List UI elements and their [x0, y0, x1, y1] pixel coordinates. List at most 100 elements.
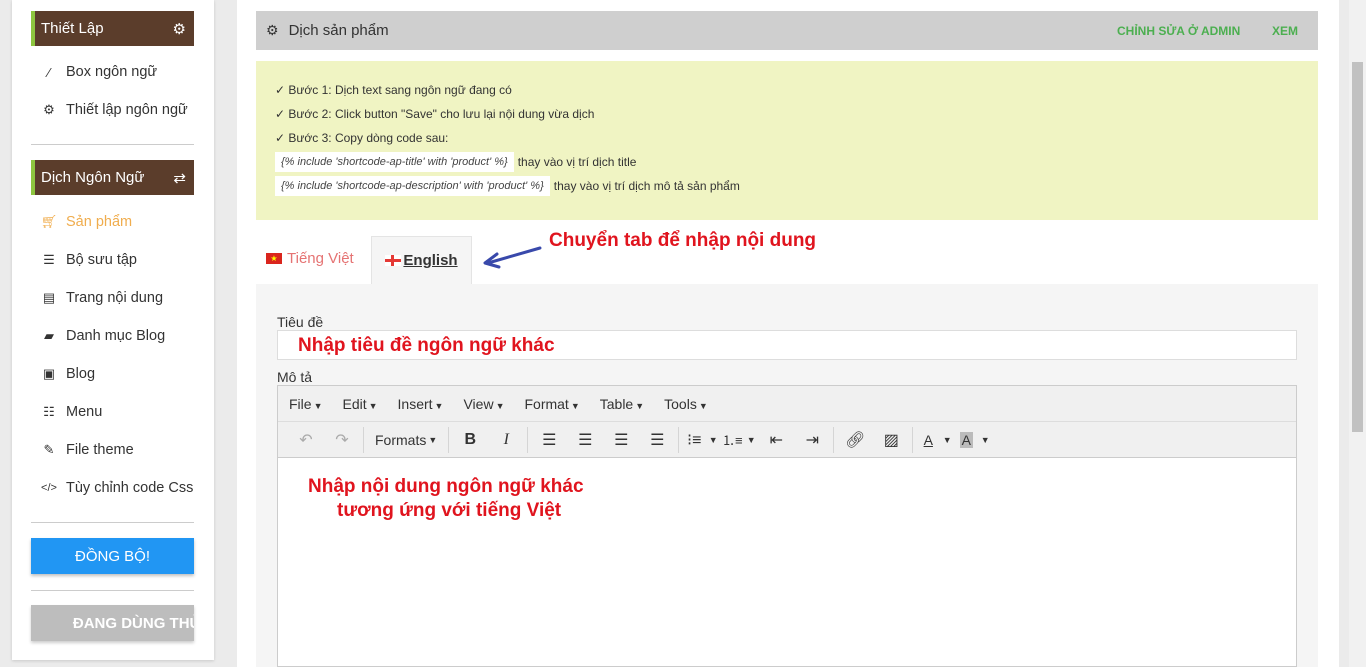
menu-edit[interactable]: Edit ▼	[342, 396, 377, 412]
toolbar-separator	[833, 426, 835, 453]
undo-icon[interactable]: ↶	[288, 426, 324, 454]
caret-down-icon[interactable]: ▼	[706, 426, 720, 454]
edit-icon: ✎	[43, 442, 55, 457]
tab-vietnamese[interactable]: ★ Tiếng Việt	[266, 250, 354, 267]
sidebar-item-label: File theme	[66, 442, 134, 458]
list-icon: ☰	[43, 252, 55, 267]
caret-down-icon: ▼	[570, 400, 580, 411]
menu-label: Table	[599, 395, 634, 412]
code-line-description: {% include 'shortcode-ap-description' wi…	[275, 174, 1318, 198]
section-header-translate: Dịch Ngôn Ngữ ⇄	[31, 160, 194, 195]
arrow-annotation-icon	[483, 246, 542, 269]
sidebar-item-label: Sản phẩm	[66, 214, 133, 230]
align-justify-icon[interactable]: ☰	[639, 426, 675, 454]
tab-label: English	[403, 252, 458, 269]
sidebar-item-products[interactable]: 🛒︎ Sản phẩm	[40, 210, 132, 234]
file-icon: ▤	[42, 290, 56, 305]
code-note-title: thay vào vị trí dịch title	[517, 155, 637, 169]
text-color-icon[interactable]: A	[916, 426, 940, 454]
caret-down-icon: ▼	[313, 400, 323, 411]
menu-tools[interactable]: Tools ▼	[664, 396, 708, 412]
indent-icon[interactable]: ⇥	[794, 426, 830, 454]
sidebar-item-box-language[interactable]: ⁄ Box ngôn ngữ	[40, 60, 157, 84]
tab-label: Tiếng Việt	[287, 250, 354, 267]
sidebar-item-blog[interactable]: ▣ Blog	[40, 362, 95, 386]
toolbar-separator	[912, 426, 914, 453]
sync-button[interactable]: ĐỒNG BỘ!	[31, 538, 194, 574]
code-note-description: thay vào vị trí dịch mô tả sản phẩm	[553, 179, 740, 193]
view-link[interactable]: XEM	[1272, 24, 1298, 38]
tab-english[interactable]: English	[371, 236, 472, 284]
toolbar-separator	[448, 426, 450, 453]
menu-view[interactable]: View ▼	[463, 396, 504, 412]
sidebar-item-custom-css[interactable]: </> Tùy chỉnh code Css	[40, 476, 196, 500]
sidebar-item-file-theme[interactable]: ✎ File theme	[40, 438, 134, 462]
image-icon[interactable]: ▨	[873, 426, 909, 454]
content-hint-line-2: tương ứng với tiếng Việt	[337, 500, 562, 521]
bold-icon[interactable]: B	[452, 426, 488, 454]
sidebar-item-blog-categories[interactable]: ▰ Danh mục Blog	[40, 324, 165, 348]
background-color-icon[interactable]: A	[954, 426, 978, 454]
menu-label: View	[463, 395, 494, 412]
divider	[31, 144, 194, 145]
title-hint-annotation: Nhập tiêu đề ngôn ngữ khác	[298, 335, 555, 356]
divider	[31, 522, 194, 523]
section-header-settings: Thiết Lập ⚙	[31, 11, 194, 46]
menu-file[interactable]: File ▼	[289, 396, 322, 412]
bullet-list-icon[interactable]: ⁝≡	[682, 426, 706, 454]
cart-icon: 🛒︎	[40, 214, 58, 229]
caret-down-icon[interactable]: ▼	[978, 426, 992, 454]
sidebar-item-label: Blog	[66, 366, 96, 382]
step-1: ✓ Bước 1: Dịch text sang ngôn ngữ đang c…	[275, 83, 512, 97]
align-center-icon[interactable]: ☰	[567, 426, 603, 454]
editor-content-area[interactable]: Nhập nội dung ngôn ngữ khác tương ứng vớ…	[278, 458, 1296, 666]
numbered-list-icon[interactable]: ⒈≡	[720, 426, 744, 454]
trial-button[interactable]: ĐANG DÙNG THỬ	[31, 605, 194, 641]
link-icon[interactable]: 🔗︎	[837, 426, 873, 454]
sidebar-item-collections[interactable]: ☰ Bộ sưu tập	[40, 248, 137, 272]
menu-label: Tools	[664, 395, 697, 412]
trial-button-label: ĐANG DÙNG THỬ	[72, 614, 194, 632]
divider	[31, 590, 194, 591]
caret-down-icon: ▼	[428, 434, 438, 445]
content-hint-line-1: Nhập nội dung ngôn ngữ khác	[308, 476, 584, 497]
section-title: Thiết Lập	[41, 20, 104, 37]
title-label: Tiêu đề	[277, 314, 324, 330]
align-right-icon[interactable]: ☰	[603, 426, 639, 454]
page-header: ⚙ Dịch sản phẩm CHỈNH SỬA Ở ADMIN XEM	[256, 11, 1318, 50]
description-label: Mô tả	[277, 369, 313, 385]
vietnam-flag-icon: ★	[266, 253, 282, 264]
main-panel: ⚙ Dịch sản phẩm CHỈNH SỬA Ở ADMIN XEM ✓ …	[237, 0, 1339, 667]
code-line-title: {% include 'shortcode-ap-title' with 'pr…	[275, 150, 1318, 174]
redo-icon[interactable]: ↷	[324, 426, 360, 454]
caret-down-icon[interactable]: ▼	[940, 426, 954, 454]
align-left-icon[interactable]: ☰	[531, 426, 567, 454]
newspaper-icon: ▣	[42, 366, 56, 381]
gear-icon: ⚙	[172, 20, 186, 38]
formats-dropdown[interactable]: Formats ▼	[367, 426, 445, 454]
italic-icon[interactable]: I	[488, 426, 524, 454]
menu-label: Format	[524, 395, 569, 412]
rich-text-editor: File ▼ Edit ▼ Insert ▼ View ▼ Format ▼ Table ▼…	[277, 385, 1297, 667]
code-snippet-title[interactable]: {% include 'shortcode-ap-title' with 'pr…	[275, 152, 514, 172]
code-icon: </>	[41, 482, 57, 494]
menu-format[interactable]: Format ▼	[524, 396, 579, 412]
page-title: Dịch sản phẩm	[288, 22, 389, 39]
scrollbar-thumb[interactable]	[1352, 62, 1363, 432]
sidebar-item-language-settings[interactable]: ⚙ Thiết lập ngôn ngữ	[40, 98, 188, 122]
caret-down-icon[interactable]: ▼	[744, 426, 758, 454]
edit-in-admin-link[interactable]: CHỈNH SỬA Ở ADMIN	[1117, 24, 1240, 38]
section-title: Dịch Ngôn Ngữ	[41, 169, 145, 186]
toolbar-separator	[527, 426, 529, 453]
sidebar-item-menu[interactable]: ☷ Menu	[40, 400, 102, 424]
code-snippet-description[interactable]: {% include 'shortcode-ap-description' wi…	[275, 176, 550, 196]
menu-insert[interactable]: Insert ▼	[398, 396, 444, 412]
menu-label: Insert	[397, 395, 433, 412]
tab-hint-annotation: Chuyển tab để nhập nội dung	[549, 230, 817, 251]
outdent-icon[interactable]: ⇤	[758, 426, 794, 454]
caret-down-icon: ▼	[368, 400, 378, 411]
step-2: ✓ Bước 2: Click button "Save" cho lưu lạ…	[275, 107, 595, 121]
sidebar-item-label: Tùy chỉnh code Css	[66, 480, 194, 496]
sidebar-item-pages[interactable]: ▤ Trang nội dung	[40, 286, 163, 310]
menu-table[interactable]: Table ▼	[600, 396, 644, 412]
